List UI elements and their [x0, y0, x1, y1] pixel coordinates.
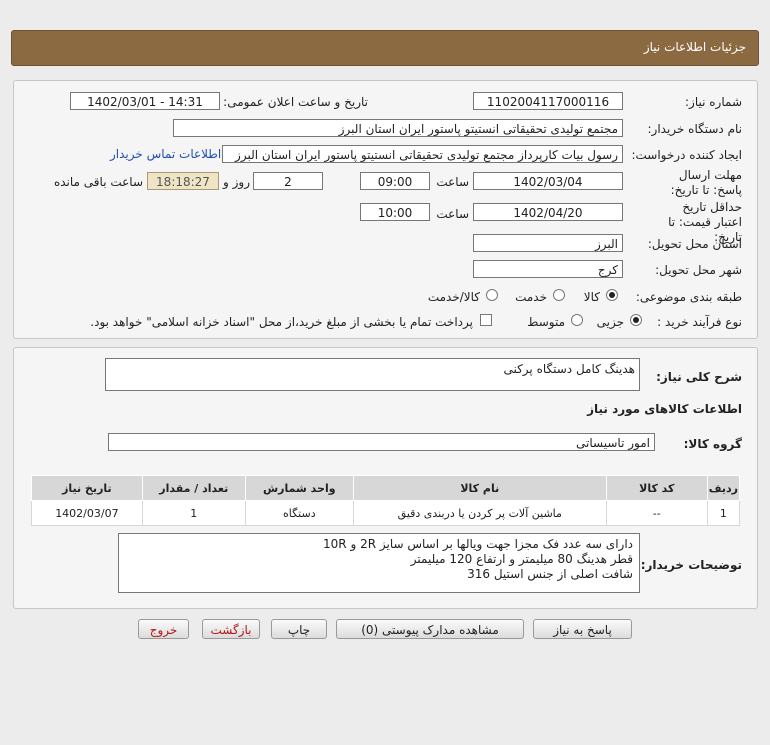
table-row: 1 -- ماشین آلات پر کردن یا دربندی دقیق د…	[31, 500, 741, 526]
need-summary-field: هدینگ کامل دستگاه پرکنی	[105, 358, 640, 391]
deadline-label: مهلت ارسال پاسخ: تا تاریخ:	[670, 168, 742, 197]
view-attachments-button[interactable]: مشاهده مدارک پیوستی (0)	[336, 619, 524, 639]
col-item-name: نام کالا	[352, 475, 607, 501]
goods-group-label: گروه کالا:	[683, 437, 742, 451]
deadline-time-label: ساعت	[436, 175, 469, 189]
deadline-time-field: 09:00	[360, 172, 430, 190]
process-radio-medium[interactable]	[571, 314, 583, 326]
need-number-field: 1102004117000116	[473, 92, 623, 110]
contact-buyer-link[interactable]: اطلاعات تماس خریدار	[110, 147, 221, 161]
validity-date-field: 1402/04/20	[473, 203, 623, 221]
category-radio-service[interactable]	[553, 289, 565, 301]
col-row-number: ردیف	[706, 475, 741, 501]
cell-need-date: 1402/03/07	[31, 500, 143, 526]
remaining-label: ساعت باقی مانده	[53, 175, 143, 189]
deadline-date-field: 1402/03/04	[473, 172, 623, 190]
reply-button[interactable]: پاسخ به نیاز	[533, 619, 632, 639]
category-radio-goods-service[interactable]	[486, 289, 498, 301]
province-field: البرز	[473, 234, 623, 252]
cell-row-number: 1	[706, 500, 741, 526]
category-option-goods-service: کالا/خدمت	[427, 290, 480, 304]
category-option-goods: کالا	[583, 290, 600, 304]
goods-info-title: اطلاعات کالاهای مورد نیاز	[587, 402, 742, 416]
validity-time-field: 10:00	[360, 203, 430, 221]
treasury-payment-checkbox[interactable]	[480, 314, 492, 326]
remaining-time-field: 18:18:27	[147, 172, 219, 190]
goods-table: ردیف کد کالا نام کالا واحد شمارش تعداد /…	[31, 475, 741, 526]
buyer-org-field: مجتمع تولیدی تحقیقاتی انستیتو پاستور ایر…	[173, 119, 623, 137]
cell-item-name: ماشین آلات پر کردن یا دربندی دقیق	[352, 500, 607, 526]
cell-quantity: 1	[141, 500, 246, 526]
process-label: نوع فرآیند خرید :	[657, 315, 742, 329]
col-unit: واحد شمارش	[244, 475, 354, 501]
buyer-note-line: قطر هدینگ 80 میلیمتر و ارتفاع 120 میلیمت…	[410, 552, 633, 566]
need-number-label: شماره نیاز:	[685, 95, 742, 109]
buyer-org-label: نام دستگاه خریدار:	[647, 122, 743, 136]
category-label: طبقه بندی موضوعی:	[635, 290, 742, 304]
page-header: جزئیات اطلاعات نیاز	[11, 30, 759, 66]
city-field: کرج	[473, 260, 623, 278]
validity-time-label: ساعت	[436, 207, 469, 221]
requester-field: رسول بیات کارپرداز مجتمع تولیدی تحقیقاتی…	[222, 145, 623, 163]
requester-label: ایجاد کننده درخواست:	[631, 148, 742, 162]
process-radio-minor[interactable]	[630, 314, 642, 326]
cell-unit: دستگاه	[244, 500, 354, 526]
days-label: روز و	[223, 175, 250, 189]
page: ParsNamadData 0101 001 10 جزئیات اطلاعات…	[0, 0, 770, 745]
exit-button[interactable]: خروج	[138, 619, 189, 639]
back-button[interactable]: بازگشت	[202, 619, 260, 639]
buyer-note-line: شافت اصلی از جنس استیل 316	[467, 567, 633, 581]
table-header-row: ردیف کد کالا نام کالا واحد شمارش تعداد /…	[31, 475, 741, 501]
buyer-notes-box: دارای سه عدد فک مجزا جهت ویالها بر اساس …	[118, 533, 640, 593]
buyer-notes-label: توضیحات خریدار:	[640, 558, 742, 572]
days-field: 2	[253, 172, 323, 190]
buyer-note-line: دارای سه عدد فک مجزا جهت ویالها بر اساس …	[323, 537, 633, 551]
city-label: شهر محل تحویل:	[655, 263, 742, 277]
province-label: استان محل تحویل:	[647, 237, 742, 251]
announce-field: 1402/03/01 - 14:31	[70, 92, 220, 110]
col-item-code: کد کالا	[605, 475, 708, 501]
col-quantity: تعداد / مقدار	[141, 475, 246, 501]
goods-group-field: امور تاسیساتی	[108, 433, 655, 451]
print-button[interactable]: چاپ	[271, 619, 327, 639]
page-title: جزئیات اطلاعات نیاز	[643, 40, 746, 54]
category-radio-goods[interactable]	[606, 289, 618, 301]
need-summary-label: شرح کلی نیاز:	[656, 370, 742, 384]
col-need-date: تاریخ نیاز	[31, 475, 143, 501]
announce-label: تاریخ و ساعت اعلان عمومی:	[223, 95, 368, 109]
cell-item-code: --	[605, 500, 708, 526]
process-option-minor: جزیی	[596, 315, 624, 329]
category-option-service: خدمت	[515, 290, 547, 304]
treasury-payment-note: پرداخت تمام یا بخشی از مبلغ خرید،از محل …	[90, 315, 473, 329]
process-option-medium: متوسط	[527, 315, 565, 329]
